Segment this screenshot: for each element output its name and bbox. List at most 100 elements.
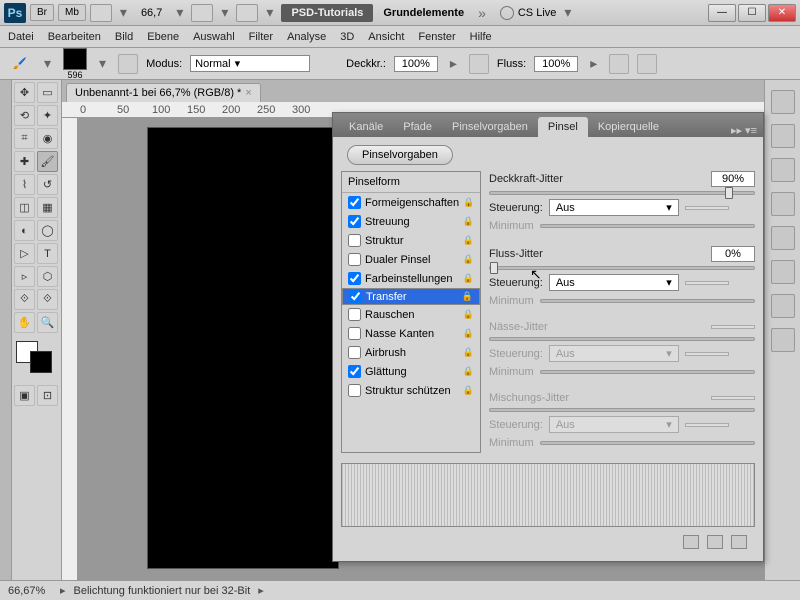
zoom-status[interactable]: 66,67% (8, 585, 52, 597)
3d-camera-tool[interactable]: ⟐ (37, 289, 58, 310)
pen-tool[interactable]: ▷ (14, 243, 35, 264)
menu-fenster[interactable]: Fenster (418, 31, 455, 43)
collapse-strip[interactable] (0, 80, 12, 580)
opacity-control-select[interactable]: Aus▾ (549, 199, 679, 216)
lock-icon[interactable]: 🔒 (463, 366, 474, 377)
3d-tool[interactable]: ⟐ (14, 289, 35, 310)
lock-icon[interactable]: 🔒 (463, 254, 474, 265)
more-icon[interactable]: » (474, 5, 490, 21)
menu-ansicht[interactable]: Ansicht (368, 31, 404, 43)
zoom-tool[interactable]: 🔍 (37, 312, 58, 333)
option-checkbox[interactable] (348, 272, 361, 285)
brush-option-struktur[interactable]: Struktur🔒 (342, 231, 480, 250)
brush-preview[interactable] (63, 48, 87, 70)
airbrush-icon[interactable] (609, 54, 629, 74)
toggle-icon[interactable] (683, 535, 699, 549)
option-checkbox[interactable] (348, 346, 361, 359)
brush-option-dualer-pinsel[interactable]: Dualer Pinsel🔒 (342, 250, 480, 269)
brush-option-glättung[interactable]: Glättung🔒 (342, 362, 480, 381)
hand-tool[interactable]: ✋ (14, 312, 35, 333)
cslive-button[interactable]: CS Live ▾ (500, 4, 576, 21)
brush-option-rauschen[interactable]: Rauschen🔒 (342, 305, 480, 324)
brush-option-formeigenschaften[interactable]: Formeigenschaften🔒 (342, 193, 480, 212)
arrange-icon[interactable] (191, 4, 213, 22)
layers-panel-icon[interactable] (771, 260, 795, 284)
type-tool[interactable]: T (37, 243, 58, 264)
play-icon[interactable] (771, 226, 795, 250)
lasso-tool[interactable]: ⟲ (14, 105, 35, 126)
menu-filter[interactable]: Filter (249, 31, 273, 43)
lock-icon[interactable]: 🔒 (463, 197, 474, 208)
minibridge-button[interactable]: Mb (58, 4, 86, 21)
tab-pinsel[interactable]: Pinsel (538, 117, 588, 137)
artboard[interactable] (148, 128, 338, 568)
stamp-tool[interactable]: ⌇ (14, 174, 35, 195)
option-checkbox[interactable] (348, 196, 361, 209)
trash-icon[interactable] (731, 535, 747, 549)
mode-select[interactable]: Normal▾ (190, 55, 310, 72)
lock-icon[interactable]: 🔒 (463, 328, 474, 339)
option-checkbox[interactable] (348, 308, 361, 321)
blur-tool[interactable]: ◐ (14, 220, 35, 241)
opacity-jitter-input[interactable]: 90% (711, 171, 755, 187)
lock-icon[interactable]: 🔒 (463, 347, 474, 358)
pressure-opacity-icon[interactable] (469, 54, 489, 74)
flow-jitter-slider[interactable] (489, 266, 755, 270)
screen-icon[interactable] (236, 4, 258, 22)
move-tool[interactable]: ✥ (14, 82, 35, 103)
option-checkbox[interactable] (349, 290, 362, 303)
marquee-tool[interactable]: ▭ (37, 82, 58, 103)
brush-option-struktur-schützen[interactable]: Struktur schützen🔒 (342, 381, 480, 400)
workspace-grundelemente[interactable]: Grundelemente (377, 4, 470, 22)
list-header[interactable]: Pinselform (342, 172, 480, 193)
crop-tool[interactable]: ⌗ (14, 128, 35, 149)
close-icon[interactable]: × (245, 87, 251, 99)
workspace-psd-tutorials[interactable]: PSD-Tutorials (281, 4, 373, 22)
shape-tool[interactable]: ⬡ (37, 266, 58, 287)
new-icon[interactable] (707, 535, 723, 549)
view-icon[interactable] (90, 4, 112, 22)
menu-bild[interactable]: Bild (115, 31, 133, 43)
brush-option-farbeinstellungen[interactable]: Farbeinstellungen🔒 (342, 269, 480, 288)
chevron-icon[interactable]: ▸ (60, 584, 66, 597)
screenmode-icon[interactable]: ⊡ (37, 385, 58, 406)
doc-tab[interactable]: Unbenannt-1 bei 66,7% (RGB/8) * × (66, 83, 261, 102)
color-panel-icon[interactable] (771, 90, 795, 114)
maximize-button[interactable]: ☐ (738, 4, 766, 22)
color-swatches[interactable] (16, 341, 56, 377)
opacity-input[interactable]: 100% (394, 56, 438, 72)
tab-pfade[interactable]: Pfade (393, 117, 442, 137)
heal-tool[interactable]: ✚ (14, 151, 35, 172)
wand-tool[interactable]: ✦ (37, 105, 58, 126)
menu-3d[interactable]: 3D (340, 31, 354, 43)
swatches-panel-icon[interactable] (771, 124, 795, 148)
option-checkbox[interactable] (348, 253, 361, 266)
lock-icon[interactable]: 🔒 (463, 216, 474, 227)
tab-kanaele[interactable]: Kanäle (339, 117, 393, 137)
menu-hilfe[interactable]: Hilfe (470, 31, 492, 43)
brush-option-nasse-kanten[interactable]: Nasse Kanten🔒 (342, 324, 480, 343)
styles-panel-icon[interactable] (771, 158, 795, 182)
flow-jitter-input[interactable]: 0% (711, 246, 755, 262)
lock-icon[interactable]: 🔒 (463, 385, 474, 396)
gradient-tool[interactable]: ▦ (37, 197, 58, 218)
option-checkbox[interactable] (348, 327, 361, 340)
eraser-tool[interactable]: ◫ (14, 197, 35, 218)
dodge-tool[interactable]: ◯ (37, 220, 58, 241)
lock-icon[interactable]: 🔒 (463, 273, 474, 284)
adjust-panel-icon[interactable] (771, 192, 795, 216)
pressure-size-icon[interactable] (637, 54, 657, 74)
brush-option-streuung[interactable]: Streuung🔒 (342, 212, 480, 231)
bridge-button[interactable]: Br (30, 4, 54, 21)
opacity-jitter-slider[interactable] (489, 191, 755, 195)
menu-auswahl[interactable]: Auswahl (193, 31, 235, 43)
brush-panel-icon[interactable] (118, 54, 138, 74)
eyedropper-tool[interactable]: ◉ (37, 128, 58, 149)
menu-analyse[interactable]: Analyse (287, 31, 326, 43)
option-checkbox[interactable] (348, 384, 361, 397)
brush-tool[interactable]: 🖌 (37, 151, 58, 172)
menu-bearbeiten[interactable]: Bearbeiten (48, 31, 101, 43)
close-button[interactable]: ✕ (768, 4, 796, 22)
panel-menu-icon[interactable]: ▸▸ ▾≡ (725, 124, 763, 137)
option-checkbox[interactable] (348, 365, 361, 378)
